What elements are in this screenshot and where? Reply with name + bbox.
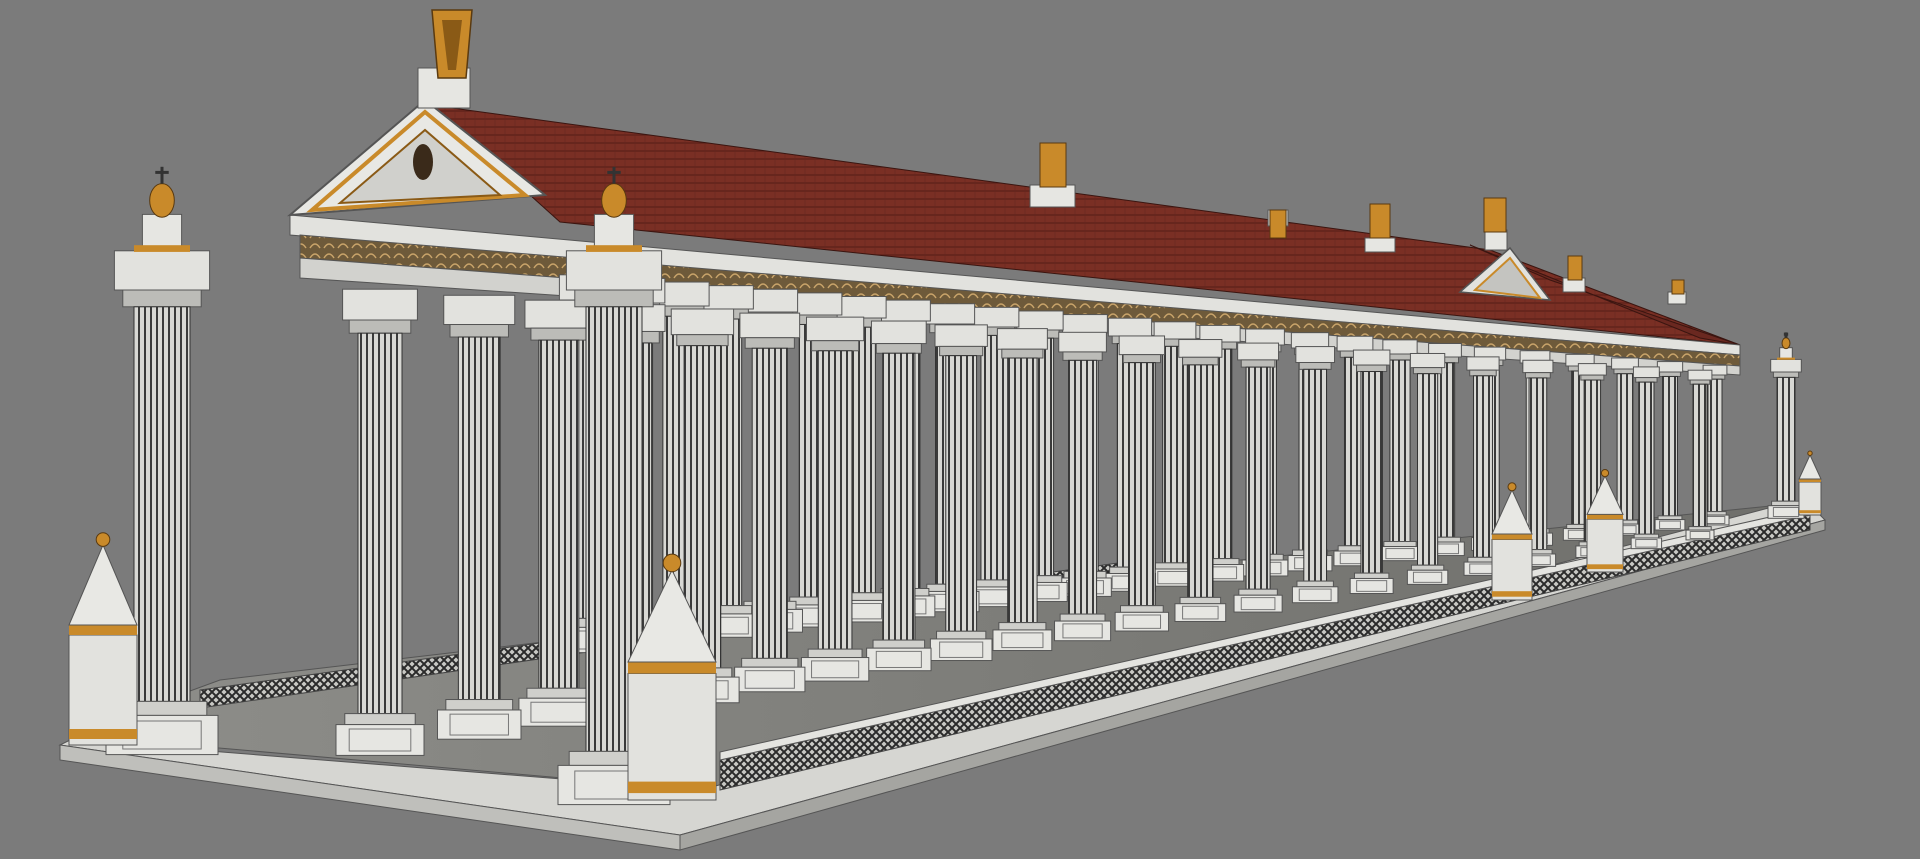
render-viewport bbox=[0, 0, 1920, 859]
colonnade-render bbox=[0, 0, 1920, 859]
